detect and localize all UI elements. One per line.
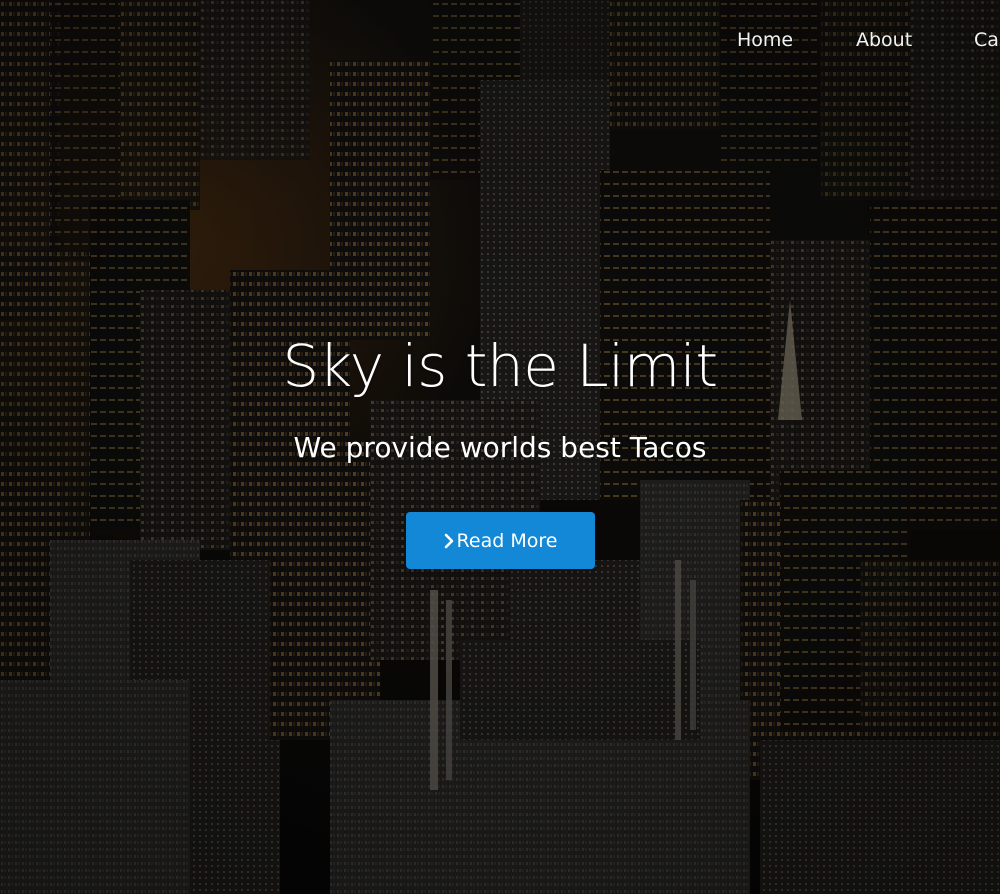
nav-link-about[interactable]: About (856, 28, 912, 52)
hero-title: Sky is the Limit (282, 332, 718, 400)
hero-section: Home About Cas Sky is the Limit We provi… (0, 0, 1000, 894)
hero-content: Sky is the Limit We provide worlds best … (0, 330, 1000, 569)
read-more-button[interactable]: Read More (405, 512, 595, 569)
nav-link-cases[interactable]: Cas (974, 28, 1000, 52)
read-more-label: Read More (456, 529, 558, 552)
chevron-right-icon (444, 533, 453, 548)
nav-link-home[interactable]: Home (737, 28, 793, 52)
hero-subtitle: We provide worlds best Tacos (293, 431, 707, 464)
top-navigation: Home About Cas (0, 28, 1000, 54)
